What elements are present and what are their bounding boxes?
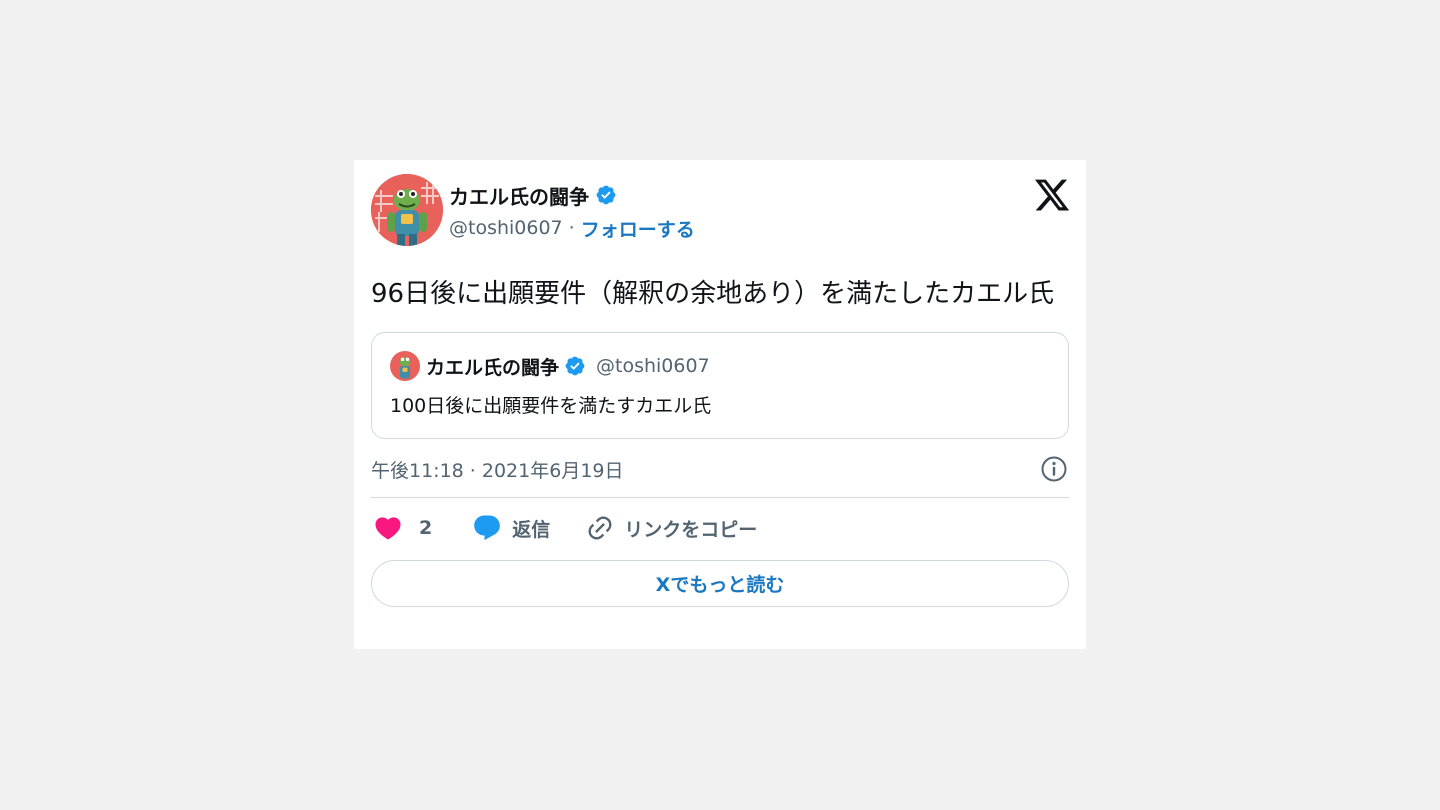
reply-button[interactable]: 返信 [472, 513, 550, 543]
read-more-button[interactable]: Xでもっと読む [371, 560, 1069, 607]
avatar[interactable] [371, 174, 443, 246]
info-icon[interactable] [1039, 454, 1069, 484]
like-count: 2 [419, 517, 433, 539]
quoted-handle: @toshi0607 [596, 355, 710, 377]
tweet-text: 96日後に出願要件（解釈の余地あり）を満たしたカエル氏 [371, 279, 1055, 309]
speech-bubble-icon [474, 515, 501, 541]
tweet-header: カエル氏の闘争 @toshi0607 · フォローする [371, 174, 1071, 254]
copy-link-label: リンクをコピー [624, 518, 758, 541]
x-logo-icon[interactable] [1033, 176, 1071, 214]
copy-link-button[interactable]: リンクをコピー [586, 514, 757, 542]
follow-link[interactable]: フォローする [581, 215, 695, 242]
action-bar: 2 返信 リンクをコピー [371, 498, 1069, 558]
separator-dot: · [568, 217, 575, 239]
reply-label: 返信 [512, 518, 551, 541]
link-icon [588, 516, 612, 540]
tweet-timestamp[interactable]: 午後11:18 · 2021年6月19日 [371, 456, 624, 483]
author-handle-row: @toshi0607 · フォローする [449, 214, 695, 242]
author-handle[interactable]: @toshi0607 [449, 217, 563, 239]
quoted-avatar [390, 351, 420, 381]
author-name-row: カエル氏の闘争 [449, 180, 617, 210]
quoted-tweet[interactable]: カエル氏の闘争 @toshi0607 100日後に出願要件を満たすカエル氏 [371, 332, 1069, 439]
verified-badge-icon [595, 184, 617, 206]
quoted-display-name: カエル氏の闘争 [426, 356, 560, 379]
tweet-meta: 午後11:18 · 2021年6月19日 [371, 454, 1069, 484]
quoted-tweet-header: カエル氏の闘争 @toshi0607 [390, 351, 1050, 381]
verified-badge-icon [564, 355, 586, 377]
like-button[interactable]: 2 [373, 513, 432, 543]
author-display-name[interactable]: カエル氏の闘争 [449, 181, 589, 210]
embedded-tweet-card: カエル氏の闘争 @toshi0607 · フォローする 96日後に出願要件（解釈… [354, 160, 1086, 649]
quoted-tweet-text: 100日後に出願要件を満たすカエル氏 [390, 395, 712, 417]
heart-icon [375, 517, 401, 540]
